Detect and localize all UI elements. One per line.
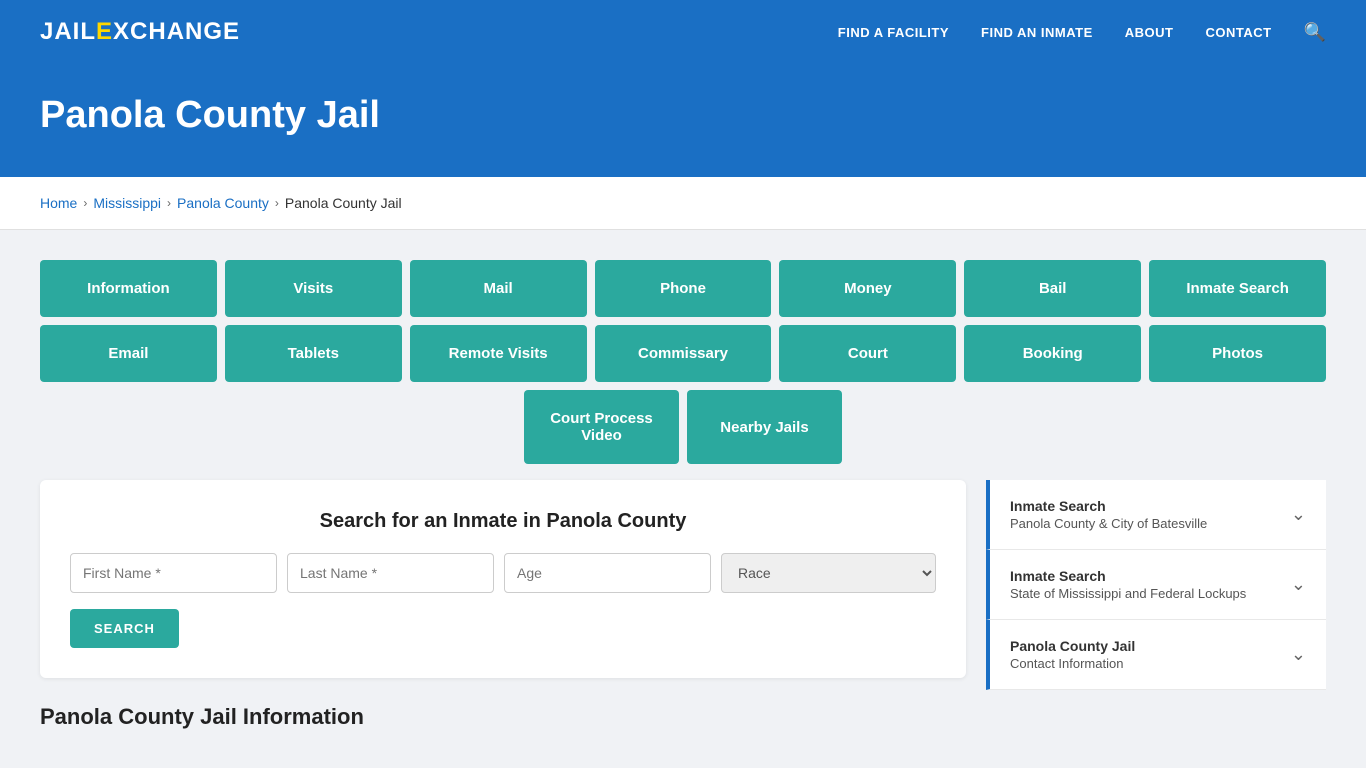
header: JAILEXCHANGE FIND A FACILITY FIND AN INM… bbox=[0, 0, 1366, 64]
race-select[interactable]: Race White Black Hispanic Asian Other bbox=[721, 553, 936, 593]
btn-photos[interactable]: Photos bbox=[1149, 325, 1326, 382]
search-button[interactable]: SEARCH bbox=[70, 609, 179, 648]
button-row-3: Court Process Video Nearby Jails bbox=[40, 390, 1326, 464]
btn-mail[interactable]: Mail bbox=[410, 260, 587, 317]
age-input[interactable] bbox=[504, 553, 711, 593]
search-icon[interactable]: 🔍 bbox=[1304, 22, 1326, 43]
btn-remote-visits[interactable]: Remote Visits bbox=[410, 325, 587, 382]
btn-court-process-video[interactable]: Court Process Video bbox=[524, 390, 679, 464]
breadcrumb: Home › Mississippi › Panola County › Pan… bbox=[0, 177, 1366, 230]
breadcrumb-current: Panola County Jail bbox=[285, 195, 402, 211]
button-row-1: Information Visits Mail Phone Money Bail… bbox=[40, 260, 1326, 317]
btn-bail[interactable]: Bail bbox=[964, 260, 1141, 317]
breadcrumb-sep-1: › bbox=[83, 196, 87, 210]
btn-phone[interactable]: Phone bbox=[595, 260, 772, 317]
logo-e: E bbox=[96, 18, 113, 45]
sidebar-item-text-3: Panola County Jail Contact Information bbox=[1010, 638, 1135, 671]
chevron-down-icon-1: ⌄ bbox=[1291, 504, 1306, 525]
nav-about[interactable]: ABOUT bbox=[1125, 25, 1174, 40]
jail-info-title: Panola County Jail Information bbox=[40, 704, 966, 730]
btn-commissary[interactable]: Commissary bbox=[595, 325, 772, 382]
inmate-search-box: Search for an Inmate in Panola County Ra… bbox=[40, 480, 966, 678]
nav-contact[interactable]: CONTACT bbox=[1205, 25, 1271, 40]
sidebar-item-title-1: Inmate Search bbox=[1010, 498, 1207, 514]
btn-visits[interactable]: Visits bbox=[225, 260, 402, 317]
jail-info-section: Panola County Jail Information bbox=[40, 704, 966, 730]
first-name-input[interactable] bbox=[70, 553, 277, 593]
breadcrumb-mississippi[interactable]: Mississippi bbox=[93, 195, 161, 211]
btn-booking[interactable]: Booking bbox=[964, 325, 1141, 382]
nav-find-facility[interactable]: FIND A FACILITY bbox=[838, 25, 949, 40]
sidebar-item-subtitle-2: State of Mississippi and Federal Lockups bbox=[1010, 586, 1246, 601]
breadcrumb-panola-county[interactable]: Panola County bbox=[177, 195, 269, 211]
main-content: Information Visits Mail Phone Money Bail… bbox=[0, 230, 1366, 760]
logo: JAILEXCHANGE bbox=[40, 18, 240, 46]
btn-money[interactable]: Money bbox=[779, 260, 956, 317]
chevron-down-icon-3: ⌄ bbox=[1291, 644, 1306, 665]
sidebar-item-contact-info[interactable]: Panola County Jail Contact Information ⌄ bbox=[986, 620, 1326, 690]
nav-find-inmate[interactable]: FIND AN INMATE bbox=[981, 25, 1093, 40]
logo-jail: JAIL bbox=[40, 18, 96, 45]
hero-section: Panola County Jail bbox=[0, 64, 1366, 177]
sidebar-item-inmate-search-county[interactable]: Inmate Search Panola County & City of Ba… bbox=[986, 480, 1326, 550]
search-fields: Race White Black Hispanic Asian Other bbox=[70, 553, 936, 593]
btn-information[interactable]: Information bbox=[40, 260, 217, 317]
sidebar-item-title-3: Panola County Jail bbox=[1010, 638, 1135, 654]
chevron-down-icon-2: ⌄ bbox=[1291, 574, 1306, 595]
sidebar-item-subtitle-1: Panola County & City of Batesville bbox=[1010, 516, 1207, 531]
main-nav: FIND A FACILITY FIND AN INMATE ABOUT CON… bbox=[838, 22, 1326, 43]
sidebar-item-text-1: Inmate Search Panola County & City of Ba… bbox=[1010, 498, 1207, 531]
sidebar-item-inmate-search-state[interactable]: Inmate Search State of Mississippi and F… bbox=[986, 550, 1326, 620]
breadcrumb-home[interactable]: Home bbox=[40, 195, 77, 211]
logo-text: JAILEXCHANGE bbox=[40, 18, 240, 45]
btn-nearby-jails[interactable]: Nearby Jails bbox=[687, 390, 842, 464]
btn-tablets[interactable]: Tablets bbox=[225, 325, 402, 382]
btn-inmate-search[interactable]: Inmate Search bbox=[1149, 260, 1326, 317]
navigation-buttons: Information Visits Mail Phone Money Bail… bbox=[40, 260, 1326, 464]
sidebar-item-title-2: Inmate Search bbox=[1010, 568, 1246, 584]
sidebar-item-text-2: Inmate Search State of Mississippi and F… bbox=[1010, 568, 1246, 601]
logo-xchange: XCHANGE bbox=[113, 18, 240, 45]
page-title: Panola County Jail bbox=[40, 94, 1326, 137]
btn-court[interactable]: Court bbox=[779, 325, 956, 382]
btn-email[interactable]: Email bbox=[40, 325, 217, 382]
button-row-2: Email Tablets Remote Visits Commissary C… bbox=[40, 325, 1326, 382]
content-row: Search for an Inmate in Panola County Ra… bbox=[40, 480, 1326, 730]
search-title: Search for an Inmate in Panola County bbox=[70, 510, 936, 533]
breadcrumb-sep-2: › bbox=[167, 196, 171, 210]
breadcrumb-sep-3: › bbox=[275, 196, 279, 210]
sidebar: Inmate Search Panola County & City of Ba… bbox=[986, 480, 1326, 730]
sidebar-item-subtitle-3: Contact Information bbox=[1010, 656, 1135, 671]
last-name-input[interactable] bbox=[287, 553, 494, 593]
